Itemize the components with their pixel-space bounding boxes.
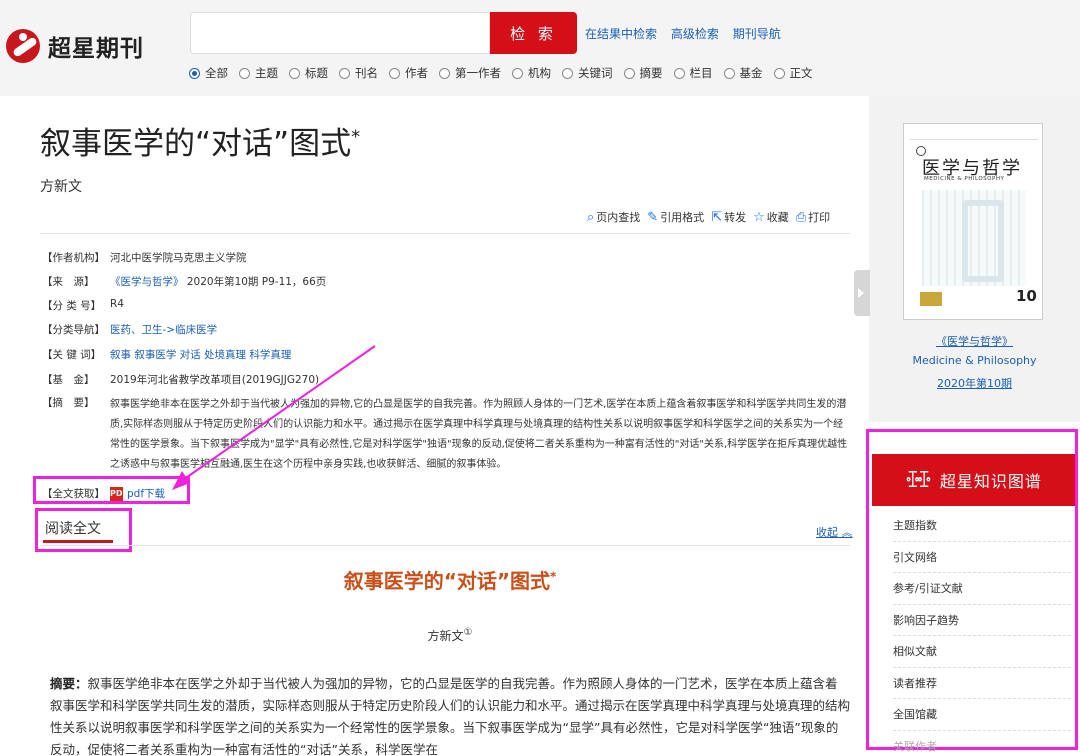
search-scope-options: 全部 主题 标题 刊名 作者 第一作者 机构 关键词 摘要 栏目 基金 正文 (189, 65, 824, 81)
share-button[interactable]: ⇱ 转发 (711, 209, 746, 225)
cover-barcode (920, 292, 942, 306)
radio-icon (439, 67, 450, 79)
search-icon: ⌕ (587, 209, 595, 225)
radio-icon (773, 67, 785, 79)
advanced-search-link[interactable]: 高级检索 (671, 27, 719, 41)
meta-fund: 【基 金】 2019年河北省教学改革项目(2019GJJG270) (42, 374, 320, 386)
knowledge-graph-header: ꔀꔀ 超星知识图谱 (872, 454, 1075, 506)
scope-radio-fund[interactable]: 基金 (723, 65, 763, 81)
article-title: 叙事医学的“对话”图式* (40, 126, 361, 162)
radio-icon (723, 67, 735, 79)
scope-radio-column[interactable]: 栏目 (673, 65, 713, 81)
journal-nav-link[interactable]: 期刊导航 (733, 27, 781, 41)
annotation-highlight-pdf (33, 476, 190, 504)
radio-icon (239, 67, 250, 79)
scope-radio-institution[interactable]: 机构 (512, 65, 551, 81)
top-header: 超星期刊 检 索 在结果中检索 高级检索 期刊导航 全部 主题 标题 刊名 作者… (0, 0, 1080, 96)
kg-item-citation-network[interactable]: 引文网络 (893, 542, 1071, 573)
radio-icon (289, 67, 300, 79)
citation-format-button[interactable]: ✎ 引用格式 (647, 209, 704, 225)
fulltext-author: 方新文① (427, 627, 473, 643)
fulltext-title: 叙事医学的“对话”图式* (343, 569, 557, 593)
title-footnote-mark: * (351, 126, 361, 148)
knowledge-graph-list: 主题指数 引文网络 参考/引证文献 影响因子趋势 相似文献 读者推荐 全国馆藏 … (893, 510, 1071, 756)
article-author: 方新文 (40, 179, 82, 195)
kg-item-impact-trend[interactable]: 影响因子趋势 (893, 605, 1071, 636)
article-toolbar: ⌕ 页内查找 ✎ 引用格式 ⇱ 转发 ☆ 收藏 ⎙ 打印 (587, 209, 837, 225)
kg-item-similar[interactable]: 相似文献 (893, 636, 1071, 668)
kg-item-references[interactable]: 参考/引证文献 (893, 573, 1071, 605)
abstract-text: 叙事医学绝非本在医学之外却于当代被人为强加的异物,它的凸显是医学的自我完善。作为… (110, 399, 848, 470)
chaoxing-logo-icon (6, 29, 40, 63)
radio-icon (562, 67, 573, 79)
scope-radio-first-author[interactable]: 第一作者 (439, 65, 501, 81)
site-logo[interactable]: 超星期刊 (6, 26, 144, 66)
collapse-button[interactable]: 收起 ︽ (816, 524, 853, 540)
scope-radio-keyword[interactable]: 关键词 (562, 65, 613, 81)
kg-item-related-authors[interactable]: 关联作者 (893, 731, 1071, 756)
scope-radio-author[interactable]: 作者 (389, 65, 428, 81)
search-button[interactable]: 检 索 (490, 12, 577, 54)
divider (40, 545, 850, 546)
edit-icon: ✎ (647, 209, 659, 225)
logo-text: 超星期刊 (48, 36, 144, 62)
journal-issue-link[interactable]: 2020年第10期 (869, 375, 1080, 391)
scope-radio-abstract[interactable]: 摘要 (623, 65, 663, 81)
search-input[interactable] (190, 12, 490, 54)
radio-icon (512, 67, 523, 79)
meta-keywords: 【关 键 词】 叙事 叙事医学 对话 处境真理 科学真理 (42, 347, 292, 362)
meta-class-number: 【分 类 号】 R4 (42, 298, 124, 312)
journal-name-link[interactable]: 《医学与哲学》 (869, 333, 1080, 349)
search-in-results-link[interactable]: 在结果中检索 (585, 27, 657, 41)
favorite-button[interactable]: ☆ 收藏 (753, 209, 789, 225)
print-button[interactable]: ⎙ 打印 (796, 209, 830, 225)
cover-header-strip (910, 128, 1038, 140)
class-nav-link[interactable]: 医药、卫生->临床医学 (110, 322, 217, 337)
fulltext-abstract: 摘要：叙事医学绝非本在医学之外却于当代被人为强加的异物，它的凸显是医学的自我完善… (50, 676, 851, 756)
cover-artwork (922, 190, 1026, 286)
scope-radio-all[interactable]: 全部 (189, 65, 228, 81)
radio-icon (389, 67, 400, 79)
scope-radio-topic[interactable]: 主题 (239, 65, 278, 81)
share-icon: ⇱ (711, 209, 723, 225)
kg-item-holdings[interactable]: 全国馆藏 (893, 699, 1071, 731)
meta-source: 【来 源】 《医学与哲学》 2020年第10期 P9-11，66页 (42, 276, 327, 288)
find-in-page-button[interactable]: ⌕ 页内查找 (587, 209, 640, 225)
kg-item-reader-recommend[interactable]: 读者推荐 (893, 668, 1071, 699)
kg-item-topic-index[interactable]: 主题指数 (893, 510, 1071, 542)
sidebar-toggle-button[interactable] (854, 270, 870, 316)
users-icon: ꔀꔀ (905, 467, 932, 493)
meta-abstract: 【摘 要】 叙事医学绝非本在医学之外却于当代被人为强加的异物,它的凸显是医学的自… (42, 395, 850, 475)
meta-class-nav: 【分类导航】 医药、卫生->临床医学 (42, 322, 218, 337)
header-links: 在结果中检索 高级检索 期刊导航 (585, 25, 791, 42)
active-tab-underline (43, 540, 113, 543)
radio-icon (339, 67, 350, 79)
title-footnote-mark: * (550, 569, 557, 584)
tab-read-fulltext[interactable]: 阅读全文 (45, 518, 101, 538)
source-journal-link[interactable]: 《医学与哲学》 (110, 276, 184, 288)
star-icon: ☆ (753, 209, 765, 225)
journal-cover[interactable]: 医学与哲学 MEDICINE & PHILOSOPHY 10 (903, 123, 1043, 320)
radio-icon (623, 67, 635, 79)
meta-affiliation: 【作者机构】 河北中医学院马克思主义学院 (42, 252, 247, 264)
scope-radio-title[interactable]: 标题 (289, 65, 328, 81)
scope-radio-fulltext[interactable]: 正文 (773, 65, 813, 81)
print-icon: ⎙ (795, 209, 807, 225)
keywords-links[interactable]: 叙事 叙事医学 对话 处境真理 科学真理 (110, 347, 291, 362)
knowledge-graph-panel: ꔀꔀ 超星知识图谱 主题指数 引文网络 参考/引证文献 影响因子趋势 相似文献 … (866, 429, 1078, 753)
scope-radio-journal[interactable]: 刊名 (339, 65, 378, 81)
radio-icon (673, 67, 685, 79)
divider (40, 233, 850, 234)
radio-checked-icon (189, 67, 200, 79)
journal-english-name: Medicine & Philosophy (912, 354, 1037, 367)
